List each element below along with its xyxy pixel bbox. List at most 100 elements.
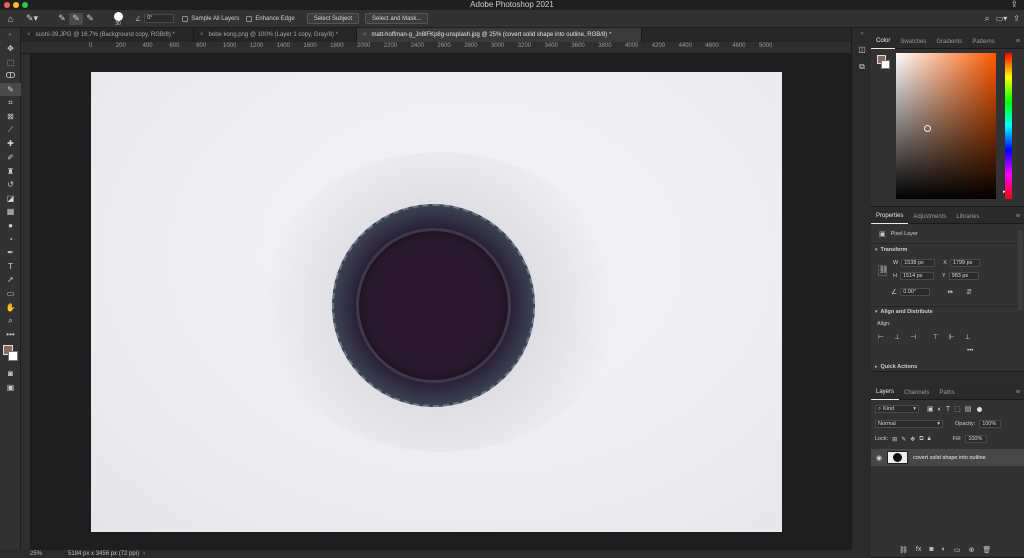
blend-mode-select[interactable]: Normal ▾: [875, 420, 943, 428]
tab-bebe-kong[interactable]: × bebe kong.png @ 100% (Layer 1 copy, Gra…: [194, 28, 357, 42]
align-bottom-edges-icon[interactable]: ⊥: [965, 333, 971, 341]
background-color-swatch[interactable]: [8, 351, 18, 362]
layer-style-icon[interactable]: fx: [916, 546, 921, 554]
plugins-panel-icon[interactable]: ⧉: [852, 58, 872, 76]
type-tool-icon[interactable]: T: [0, 260, 21, 274]
new-adjustment-layer-icon[interactable]: ◐: [942, 546, 946, 554]
tab-channels[interactable]: Channels: [899, 386, 934, 400]
link-icon[interactable]: ⛓: [878, 265, 888, 276]
tab-sushi[interactable]: × sushi-39.JPG @ 16.7% (Background copy, …: [21, 28, 194, 42]
path-selection-tool-icon[interactable]: ➚: [0, 273, 21, 287]
crop-tool-icon[interactable]: ⌗: [0, 96, 21, 110]
sample-all-layers-checkbox[interactable]: [182, 15, 189, 22]
align-left-edges-icon[interactable]: ⊢: [878, 333, 884, 341]
layer-row[interactable]: ◉ covert solid shape into outline: [871, 449, 1024, 466]
clone-stamp-tool-icon[interactable]: ♜: [0, 164, 21, 178]
background-color-swatch[interactable]: [881, 60, 890, 69]
close-tab-icon[interactable]: ×: [27, 32, 31, 38]
select-subject-button[interactable]: Select Subject: [306, 13, 360, 24]
document-canvas[interactable]: [91, 72, 782, 532]
home-icon[interactable]: ⌂: [0, 13, 21, 25]
panel-menu-icon[interactable]: ≡: [1016, 213, 1020, 220]
chevron-down-icon[interactable]: ▾: [875, 247, 878, 253]
blur-tool-icon[interactable]: ●: [0, 219, 21, 233]
flip-horizontal-icon[interactable]: ⇹: [947, 288, 953, 296]
history-panel-icon[interactable]: ◫: [852, 40, 872, 58]
flip-vertical-icon[interactable]: ⇵: [966, 288, 972, 296]
workspace-icon[interactable]: ▭▾: [996, 14, 1008, 23]
tab-layers[interactable]: Layers: [871, 385, 900, 400]
eraser-tool-icon[interactable]: ◪: [0, 192, 21, 206]
quick-selection-tool-icon[interactable]: ✎: [0, 82, 21, 97]
align-top-edges-icon[interactable]: ⊤: [932, 333, 938, 341]
share-document-icon[interactable]: ⇪: [1013, 14, 1020, 23]
marquee-tool-icon[interactable]: ⬚: [0, 56, 21, 70]
brush-size-picker[interactable]: 30: [107, 11, 129, 27]
zoom-tool-icon[interactable]: ⌕: [0, 314, 21, 328]
select-and-mask-button[interactable]: Select and Mask...: [365, 13, 429, 24]
tool-preset-picker[interactable]: ✎▾: [21, 13, 43, 25]
hue-slider[interactable]: ▸: [1003, 53, 1012, 199]
tab-swatches[interactable]: Swatches: [895, 35, 931, 49]
chevron-down-icon[interactable]: ▾: [875, 309, 878, 315]
lock-image-pixels-icon[interactable]: ✎: [901, 436, 906, 443]
visibility-eye-icon[interactable]: ◉: [876, 454, 882, 462]
properties-scrollbar[interactable]: [1018, 230, 1023, 310]
share-icon[interactable]: ⇪: [1010, 0, 1018, 10]
more-options-button[interactable]: •••: [967, 348, 973, 354]
layer-name[interactable]: covert solid shape into outline: [913, 455, 985, 461]
width-field[interactable]: 1538 px: [901, 259, 936, 267]
chevron-right-icon[interactable]: ▸: [875, 364, 878, 370]
x-field[interactable]: 1799 px: [949, 259, 980, 267]
tab-libraries[interactable]: Libraries: [951, 210, 984, 224]
screen-mode-icon[interactable]: ▣: [0, 381, 21, 395]
filter-smart-object-icon[interactable]: ▤: [965, 405, 972, 413]
tab-matt-hoffman[interactable]: × matt-hoffman-g_Jn8lFKp8g-unsplash.jpg @…: [357, 28, 642, 42]
fill-field[interactable]: 100%: [965, 435, 988, 443]
align-horizontal-centers-icon[interactable]: ⊥: [894, 333, 900, 341]
filter-pixel-icon[interactable]: ▣: [927, 405, 934, 413]
color-field[interactable]: [896, 53, 996, 199]
height-field[interactable]: 1514 px: [899, 272, 934, 280]
add-to-selection-icon[interactable]: ✎: [69, 12, 83, 25]
filter-adjustment-icon[interactable]: ◐: [938, 406, 942, 413]
align-vertical-centers-icon[interactable]: ⊩: [948, 333, 954, 341]
zoom-level[interactable]: 25%: [30, 551, 42, 557]
tab-properties[interactable]: Properties: [871, 210, 909, 224]
opacity-field[interactable]: 100%: [979, 420, 1002, 428]
delete-layer-icon[interactable]: 🗑︎: [982, 546, 991, 554]
new-group-icon[interactable]: ▭: [954, 546, 961, 554]
add-mask-icon[interactable]: ◙: [929, 546, 933, 554]
lock-all-icon[interactable]: 🔒︎: [928, 436, 931, 443]
tab-adjustments[interactable]: Adjustments: [908, 210, 951, 224]
collapse-toolbar-icon[interactable]: »: [0, 28, 20, 42]
tab-paths[interactable]: Paths: [934, 386, 959, 400]
edit-toolbar-icon[interactable]: •••: [0, 327, 21, 341]
link-layers-icon[interactable]: ⛓: [899, 546, 908, 554]
collapse-dock-icon[interactable]: «: [852, 28, 872, 40]
close-tab-icon[interactable]: ×: [200, 32, 204, 38]
healing-brush-tool-icon[interactable]: ✚: [0, 137, 21, 151]
history-brush-tool-icon[interactable]: ↺: [0, 178, 21, 192]
eyedropper-tool-icon[interactable]: ⟋: [0, 124, 21, 138]
new-layer-icon[interactable]: ⊕: [968, 546, 974, 554]
angle-field[interactable]: 0.00°: [900, 288, 931, 296]
subtract-from-selection-icon[interactable]: ✎: [83, 13, 97, 25]
lock-position-icon[interactable]: ✥: [910, 436, 915, 443]
lock-artboard-icon[interactable]: ⧉: [919, 436, 923, 443]
brush-tool-icon[interactable]: ✐: [0, 151, 21, 165]
chevron-right-icon[interactable]: ›: [143, 551, 145, 557]
hand-tool-icon[interactable]: ✋: [0, 300, 21, 314]
align-right-edges-icon[interactable]: ⊣: [910, 333, 916, 341]
canvas-area[interactable]: [31, 54, 851, 550]
quick-mask-icon[interactable]: ◙: [0, 367, 21, 381]
pen-tool-icon[interactable]: ✒: [0, 246, 21, 260]
gradient-tool-icon[interactable]: ▦: [0, 205, 21, 219]
filter-kind-select[interactable]: ⌕ Kind ▾: [875, 405, 919, 413]
tab-patterns[interactable]: Patterns: [967, 35, 999, 49]
dodge-tool-icon[interactable]: ◔: [0, 232, 21, 246]
enhance-edge-checkbox[interactable]: [246, 15, 253, 22]
angle-field[interactable]: 0°: [144, 14, 175, 23]
lasso-tool-icon[interactable]: ↀ: [0, 69, 21, 83]
move-tool-icon[interactable]: ✥: [0, 42, 21, 56]
